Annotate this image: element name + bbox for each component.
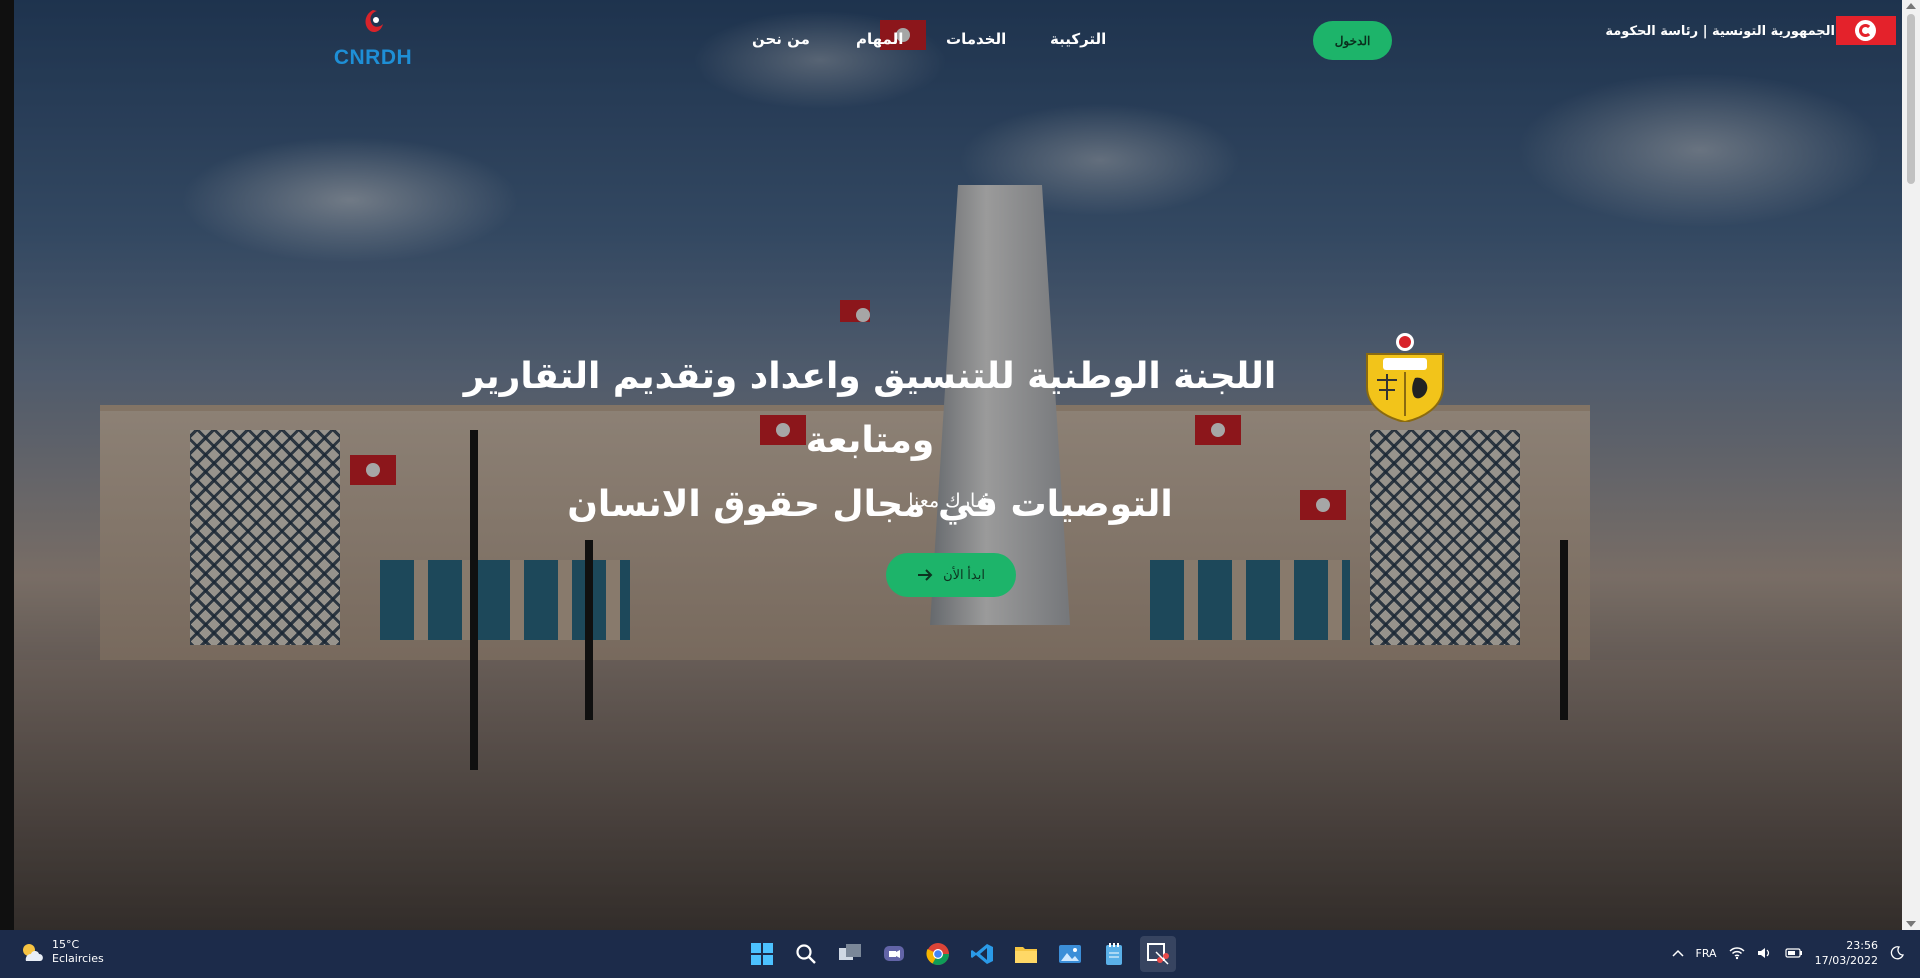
tunisia-flag-icon [1836, 16, 1896, 45]
login-button[interactable]: الدخول [1313, 21, 1392, 60]
language-indicator[interactable]: FRA [1696, 947, 1717, 960]
chevron-up-icon[interactable] [1672, 949, 1684, 957]
hero-subtitle: شارك معنا [908, 490, 992, 512]
hero-title: اللجنة الوطنية للتنسيق واعداد وتقديم الت… [430, 345, 1310, 537]
webpage: CNRDH من نحن المهام الخدمات التركيبة الد… [0, 0, 1902, 930]
taskbar-apps [744, 936, 1176, 972]
moon-icon[interactable] [1890, 946, 1904, 960]
logo-emblem-icon [365, 10, 383, 32]
page-scrollbar[interactable] [1902, 0, 1920, 930]
vscode-icon[interactable] [964, 936, 1000, 972]
arrow-right-icon [918, 569, 933, 581]
battery-icon[interactable] [1784, 947, 1803, 959]
windows-taskbar: 15°C Eclaircies FRA 23:56 17/03/2022 [0, 930, 1920, 978]
chrome-icon[interactable] [920, 936, 956, 972]
start-now-button[interactable]: ابدأ الأن [886, 553, 1016, 597]
weather-description: Eclaircies [52, 952, 104, 965]
scroll-up-arrow-icon[interactable] [1906, 3, 1916, 9]
start-now-label: ابدأ الأن [943, 567, 985, 582]
nav-services[interactable]: الخدمات [946, 30, 1006, 48]
wifi-icon[interactable] [1729, 946, 1745, 960]
task-view-icon[interactable] [832, 936, 868, 972]
coat-of-arms-icon [1366, 333, 1444, 422]
photos-icon[interactable] [1052, 936, 1088, 972]
scroll-thumb[interactable] [1907, 14, 1915, 184]
clock-date: 17/03/2022 [1814, 954, 1878, 967]
nav-about[interactable]: من نحن [752, 30, 810, 48]
clock-time: 23:56 [1846, 939, 1878, 952]
logo-text: CNRDH [333, 46, 413, 69]
chat-icon[interactable] [876, 936, 912, 972]
hero-title-line: التوصيات في مجال حقوق الانسان [567, 484, 1173, 525]
snipping-tool-icon[interactable] [1140, 936, 1176, 972]
weather-widget[interactable]: 15°C Eclaircies [20, 938, 104, 966]
file-explorer-icon[interactable] [1008, 936, 1044, 972]
weather-partly-cloudy-icon [23, 944, 43, 961]
notepad-icon[interactable] [1096, 936, 1132, 972]
search-icon[interactable] [788, 936, 824, 972]
government-label[interactable]: الجمهورية التونسية | رئاسة الحكومة [1605, 24, 1835, 39]
site-logo[interactable]: CNRDH [328, 6, 418, 84]
nav-missions[interactable]: المهام [856, 30, 903, 48]
scroll-down-arrow-icon[interactable] [1906, 921, 1916, 927]
weather-temperature: 15°C [52, 938, 80, 951]
system-tray: FRA 23:56 17/03/2022 [1672, 938, 1904, 968]
start-icon[interactable] [744, 936, 780, 972]
hero-title-line: اللجنة الوطنية للتنسيق واعداد وتقديم الت… [463, 356, 1277, 461]
clock[interactable]: 23:56 17/03/2022 [1815, 938, 1878, 968]
volume-icon[interactable] [1757, 946, 1773, 960]
nav-composition[interactable]: التركيبة [1050, 30, 1106, 48]
